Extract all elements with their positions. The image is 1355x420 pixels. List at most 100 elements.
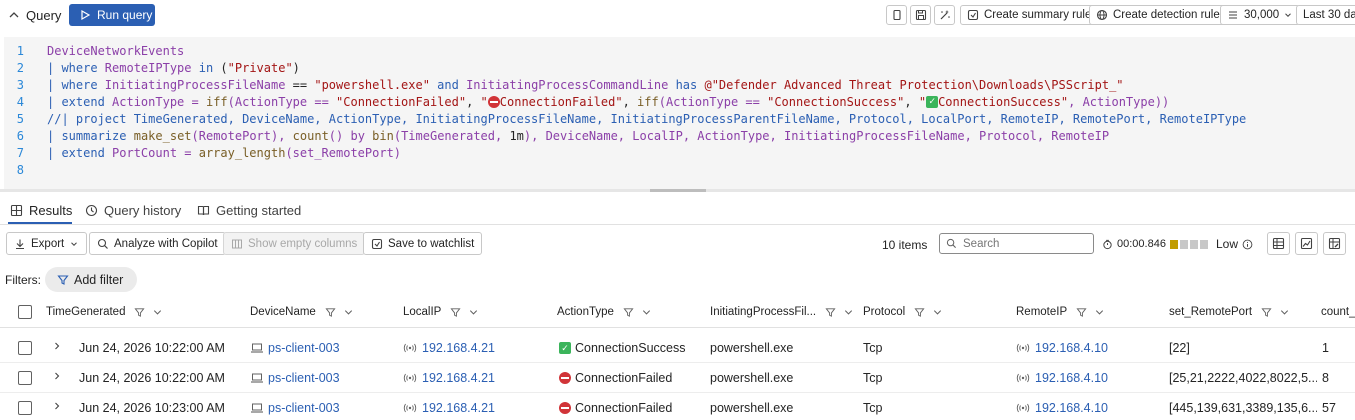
filter-icon: [450, 307, 461, 317]
splitter-handle[interactable]: [650, 189, 706, 192]
column-header-timegenerated[interactable]: TimeGenerated: [46, 296, 163, 328]
column-header-set-remoteport[interactable]: set_RemotePort: [1169, 296, 1290, 328]
filter-icon: [623, 307, 634, 317]
table-row[interactable]: Jun 24, 2026 10:22:00 AM ps-client-003 1…: [0, 333, 1355, 363]
time-range-dropdown[interactable]: Last 30 days: [1296, 5, 1355, 25]
create-detection-rule-button[interactable]: Create detection rule: [1089, 5, 1227, 25]
cell-count: 57: [1322, 401, 1336, 415]
cell-ports: [25,21,2222,4022,8022,5...: [1169, 371, 1317, 385]
filters-label: Filters:: [5, 273, 41, 287]
cell-time: Jun 24, 2026 10:23:00 AM: [79, 401, 225, 415]
filter-icon: [134, 307, 146, 317]
query-editor[interactable]: 1 DeviceNetworkEvents 2 | where RemoteIPTy…: [4, 37, 1355, 189]
analyze-label: Analyze with Copilot: [114, 237, 218, 250]
analyze-with-copilot-button[interactable]: Analyze with Copilot: [89, 232, 226, 255]
efficiency-bar: [1189, 239, 1198, 249]
create-detection-rule-label: Create detection rule: [1113, 9, 1220, 21]
cell-local-ip[interactable]: 192.168.4.21: [403, 393, 553, 420]
cell-local-ip[interactable]: 192.168.4.21: [403, 333, 553, 363]
results-search-box[interactable]: [939, 233, 1094, 254]
chevron-down-icon: [845, 309, 853, 315]
failed-emoji-icon: [487, 95, 500, 108]
cell-ports: [445,139,631,3389,135,6...: [1169, 401, 1317, 415]
chevron-down-icon: [470, 309, 478, 315]
save-to-watchlist-button[interactable]: Save to watchlist: [363, 232, 483, 255]
filter-icon: [914, 307, 925, 317]
row-checkbox[interactable]: [18, 371, 32, 385]
row-checkbox[interactable]: [18, 341, 32, 355]
export-label: Export: [31, 237, 65, 250]
chevron-down-icon: [1285, 13, 1292, 17]
cell-count: 1: [1322, 341, 1329, 355]
query-header: Query Run query Create summary rule Crea…: [0, 0, 1355, 32]
table-row[interactable]: Jun 24, 2026 10:23:00 AM ps-client-003 1…: [0, 393, 1355, 420]
cell-device[interactable]: ps-client-003: [250, 393, 400, 420]
chevron-right-icon: [55, 342, 60, 350]
summary-rule-icon: [967, 9, 979, 21]
column-header-actiontype[interactable]: ActionType: [557, 296, 652, 328]
select-all-checkbox[interactable]: [18, 305, 32, 319]
editor-line: 3 | where InitiatingProcessFileName == "p…: [16, 77, 1124, 92]
magic-wand-icon: [940, 10, 950, 20]
chart-view-button[interactable]: [1295, 232, 1318, 255]
editor-line: 7 | extend PortCount = array_length (set_R…: [16, 145, 402, 160]
column-header-count[interactable]: count_: [1321, 296, 1355, 328]
table-row[interactable]: Jun 24, 2026 10:22:00 AM ps-client-003 1…: [0, 363, 1355, 393]
laptop-icon: [251, 403, 263, 413]
search-icon: [97, 238, 108, 249]
stopwatch-icon: [1103, 239, 1112, 249]
run-query-button[interactable]: Run query: [69, 4, 155, 26]
add-filter-button[interactable]: Add filter: [45, 267, 137, 292]
cell-remote-ip[interactable]: 192.168.4.10: [1016, 333, 1166, 363]
chevron-down-icon: [934, 309, 942, 315]
create-summary-rule-button[interactable]: Create summary rule: [960, 5, 1099, 25]
clock-icon: [85, 204, 98, 216]
cell-remote-ip[interactable]: 192.168.4.10: [1016, 393, 1166, 420]
show-empty-label: Show empty columns: [248, 237, 358, 250]
network-icon: [1016, 343, 1030, 353]
save-button[interactable]: [910, 5, 931, 25]
edit-columns-icon: [1328, 237, 1341, 250]
network-icon: [403, 343, 417, 353]
efficiency-bar: [1179, 239, 1188, 249]
table-view-button[interactable]: [1267, 232, 1290, 255]
time-range-label: Last 30 days: [1303, 9, 1355, 21]
column-header-initiatingprocessfilename[interactable]: InitiatingProcessFil...: [710, 296, 854, 328]
tab-results[interactable]: Results: [10, 200, 72, 220]
column-header-protocol[interactable]: Protocol: [863, 296, 943, 328]
tab-query-history-label: Query history: [104, 202, 182, 218]
cell-device[interactable]: ps-client-003: [250, 363, 400, 393]
tab-divider: [0, 224, 1355, 225]
cell-device[interactable]: ps-client-003: [250, 333, 400, 363]
tab-query-history[interactable]: Query history: [85, 200, 181, 220]
success-emoji-icon: ✓: [926, 95, 939, 108]
cell-process: powershell.exe: [710, 341, 794, 355]
cell-count: 8: [1322, 371, 1329, 385]
export-button[interactable]: Export: [6, 232, 88, 255]
copy-button[interactable]: [886, 5, 907, 25]
column-header-remoteip[interactable]: RemoteIP: [1016, 296, 1105, 328]
editor-line: 6 | summarize make_set (RemotePort), count…: [16, 128, 1110, 143]
tab-getting-started[interactable]: Getting started: [197, 200, 301, 220]
show-empty-columns-button[interactable]: Show empty columns: [223, 232, 366, 255]
column-header-localip[interactable]: LocalIP: [403, 296, 479, 328]
search-input[interactable]: [963, 237, 1083, 250]
columns-icon: [232, 239, 242, 248]
efficiency-indicator[interactable]: Low: [1216, 237, 1253, 251]
chevron-up-icon[interactable]: [6, 7, 22, 23]
results-tabs: Results Query history Getting started: [0, 196, 1355, 222]
watchlist-label: Save to watchlist: [388, 237, 475, 250]
cell-local-ip[interactable]: 192.168.4.21: [403, 363, 553, 393]
format-query-button[interactable]: [934, 5, 955, 25]
result-limit-dropdown[interactable]: 30,000: [1220, 5, 1301, 25]
elapsed-time: 00:00.846: [1117, 238, 1166, 250]
cell-process: powershell.exe: [710, 371, 794, 385]
cell-time: Jun 24, 2026 10:22:00 AM: [79, 341, 225, 355]
row-checkbox[interactable]: [18, 401, 32, 415]
cell-remote-ip[interactable]: 192.168.4.10: [1016, 363, 1166, 393]
tab-results-label: Results: [29, 202, 73, 218]
laptop-icon: [251, 343, 263, 353]
column-options-button[interactable]: [1323, 232, 1346, 255]
column-header-devicename[interactable]: DeviceName: [250, 296, 354, 328]
cell-protocol: Tcp: [863, 371, 883, 385]
